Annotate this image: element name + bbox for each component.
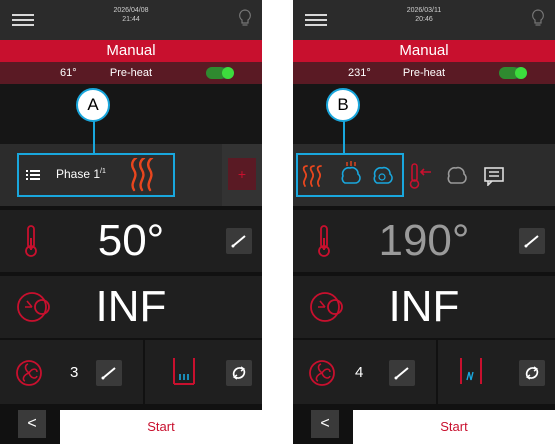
preheat-bar: 231° Pre-heat — [293, 62, 555, 84]
callout-connector-a — [93, 118, 95, 153]
fan-icon[interactable] — [307, 358, 337, 388]
bottom-nav: < Start — [0, 404, 262, 444]
time-value[interactable]: INF — [293, 276, 555, 338]
edit-icon — [231, 235, 246, 248]
time-row: INF — [0, 276, 262, 338]
datetime: 2026/04/08 21:44 — [0, 6, 262, 24]
rotate-icon — [232, 366, 246, 380]
top-bar: 2026/03/11 20:46 — [293, 0, 555, 40]
time-text: 21:44 — [122, 16, 140, 23]
back-icon: < — [27, 415, 37, 432]
temperature-value[interactable]: 190° — [293, 210, 555, 272]
time-value[interactable]: INF — [0, 276, 262, 338]
heating-element-icon[interactable] — [172, 356, 196, 386]
temperature-row: 190° — [293, 210, 555, 272]
date-text: 2026/03/11 — [406, 7, 442, 14]
highlight-box-b — [296, 153, 404, 197]
mode-title: Manual — [0, 40, 262, 62]
temperature-value[interactable]: 50° — [0, 210, 262, 272]
steam-fan-icon[interactable] — [443, 164, 469, 188]
comment-icon[interactable] — [483, 166, 505, 186]
rotate-icon — [525, 366, 539, 380]
preheat-toggle[interactable] — [499, 67, 527, 79]
rotate-button[interactable] — [226, 360, 252, 386]
bottom-nav: < Start — [293, 404, 555, 444]
edit-fan-button[interactable] — [96, 360, 122, 386]
bulb-icon[interactable] — [531, 9, 545, 29]
plus-icon: + — [228, 158, 256, 190]
date-text: 2026/04/08 — [113, 7, 149, 14]
back-icon: < — [320, 415, 330, 432]
fan-row: 4 — [293, 340, 555, 404]
left-screen: 2026/04/08 21:44 Manual 61° Pre-heat Pha… — [0, 0, 262, 444]
callout-connector-b — [343, 118, 345, 153]
right-screen: 2026/03/11 20:46 Manual 231° Pre-heat B … — [293, 0, 555, 444]
divider — [436, 340, 438, 404]
edit-icon — [394, 367, 409, 380]
edit-temperature-button[interactable] — [519, 228, 545, 254]
preheat-toggle[interactable] — [206, 67, 234, 79]
bulb-icon[interactable] — [238, 9, 252, 29]
divider — [143, 340, 145, 404]
callout-a: A — [76, 88, 110, 122]
fan-speed-value: 4 — [355, 364, 364, 381]
edit-icon — [524, 235, 539, 248]
start-button[interactable]: Start — [353, 410, 555, 444]
add-phase-button[interactable]: + — [222, 144, 262, 206]
rotate-button[interactable] — [519, 360, 545, 386]
fan-row: 3 — [0, 340, 262, 404]
top-bar: 2026/04/08 21:44 — [0, 0, 262, 40]
start-button[interactable]: Start — [60, 410, 262, 444]
back-button[interactable]: < — [18, 410, 46, 438]
edit-fan-button[interactable] — [389, 360, 415, 386]
fan-icon[interactable] — [14, 358, 44, 388]
back-button[interactable]: < — [311, 410, 339, 438]
callout-b: B — [326, 88, 360, 122]
edit-icon — [101, 367, 116, 380]
edit-temperature-button[interactable] — [226, 228, 252, 254]
time-text: 20:46 — [415, 16, 433, 23]
highlight-box-a — [17, 153, 175, 197]
time-row: INF — [293, 276, 555, 338]
probe-icon[interactable] — [409, 162, 433, 190]
temperature-row: 50° — [0, 210, 262, 272]
datetime: 2026/03/11 20:46 — [293, 6, 555, 24]
mode-title: Manual — [293, 40, 555, 62]
heating-element-icon[interactable] — [459, 356, 483, 386]
fan-speed-value: 3 — [70, 364, 79, 381]
spacer — [0, 84, 262, 144]
preheat-bar: 61° Pre-heat — [0, 62, 262, 84]
